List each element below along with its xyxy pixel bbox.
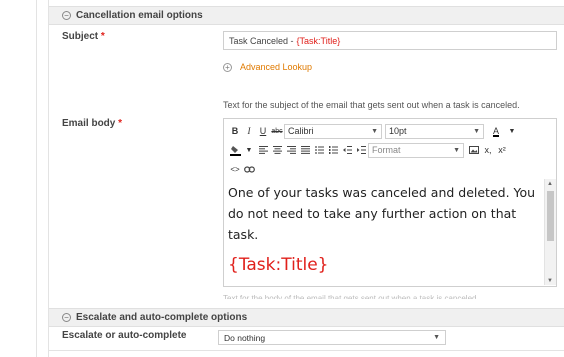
chevron-down-icon: ▼ xyxy=(473,127,480,135)
escalate-section-header[interactable]: − Escalate and auto-complete options xyxy=(49,308,564,327)
bottom-divider xyxy=(49,350,564,351)
align-center-icon[interactable] xyxy=(271,143,283,157)
cancellation-section-header[interactable]: − Cancellation email options xyxy=(49,6,564,25)
bold-button[interactable]: B xyxy=(229,124,241,138)
format-select[interactable]: Format ▼ xyxy=(368,142,464,158)
font-color-button[interactable]: A xyxy=(488,124,504,138)
align-right-icon[interactable] xyxy=(285,143,297,157)
bullet-list-icon[interactable] xyxy=(313,143,325,157)
image-icon[interactable] xyxy=(468,143,480,157)
subject-input[interactable]: Task Canceled - {Task:Title} xyxy=(223,31,557,50)
chevron-down-icon: ▼ xyxy=(371,127,378,135)
source-code-button[interactable]: <> xyxy=(229,162,241,176)
escalate-select[interactable]: Do nothing ▼ xyxy=(218,330,446,345)
scroll-up-icon[interactable]: ▲ xyxy=(547,181,553,187)
required-mark: * xyxy=(118,118,123,129)
collapse-icon[interactable]: − xyxy=(62,11,71,20)
escalate-section-title: Escalate and auto-complete options xyxy=(76,312,248,323)
underline-button[interactable]: U xyxy=(257,124,269,138)
superscript-button[interactable]: x² xyxy=(496,143,508,157)
editor-scrollbar[interactable]: ▲ ▼ xyxy=(544,179,556,285)
email-body-token: {Task:Title} xyxy=(228,255,329,275)
advanced-lookup-link[interactable]: Advanced Lookup xyxy=(240,62,312,72)
email-body-help-text: Text for the body of the email that gets… xyxy=(223,294,479,299)
left-gutter xyxy=(0,0,36,357)
italic-button[interactable]: I xyxy=(243,124,255,138)
subject-token: {Task:Title} xyxy=(296,35,341,46)
content-divider xyxy=(48,0,49,357)
font-family-select[interactable]: Calibri ▼ xyxy=(284,123,382,139)
advanced-lookup[interactable]: + Advanced Lookup xyxy=(223,62,312,72)
font-size-select[interactable]: 10pt ▼ xyxy=(385,123,484,139)
toolbar-row-3: <> xyxy=(228,160,256,178)
toolbar-row-2: ▼ Format ▼ x, x² xyxy=(228,141,509,159)
link-icon[interactable] xyxy=(243,162,255,176)
plus-icon: + xyxy=(223,62,232,72)
align-left-icon[interactable] xyxy=(257,143,269,157)
chevron-down-icon[interactable]: ▼ xyxy=(243,143,255,157)
collapse-icon[interactable]: − xyxy=(62,313,71,322)
subject-label: Subject * xyxy=(62,31,105,42)
highlight-color-icon[interactable] xyxy=(229,143,241,157)
subject-text: Task Canceled - xyxy=(229,35,294,46)
chevron-down-icon: ▼ xyxy=(453,146,460,154)
chevron-down-icon[interactable]: ▼ xyxy=(506,124,518,138)
numbered-list-icon[interactable] xyxy=(327,143,339,157)
decrease-indent-icon[interactable] xyxy=(341,143,353,157)
strikethrough-button[interactable]: abc xyxy=(271,124,283,138)
email-body-label: Email body * xyxy=(62,118,123,129)
subscript-button[interactable]: x, xyxy=(482,143,494,157)
email-body-text: One of your tasks was canceled and delet… xyxy=(228,185,536,242)
align-justify-icon[interactable] xyxy=(299,143,311,157)
toolbar-row-1: B I U abc Calibri ▼ 10pt ▼ A ▼ xyxy=(228,122,519,140)
required-mark: * xyxy=(100,31,105,42)
editor-content[interactable]: One of your tasks was canceled and delet… xyxy=(224,177,544,287)
escalate-label: Escalate or auto-complete xyxy=(62,330,187,341)
cancellation-section-title: Cancellation email options xyxy=(76,10,203,21)
chevron-down-icon: ▼ xyxy=(433,334,440,341)
increase-indent-icon[interactable] xyxy=(355,143,367,157)
gutter-divider xyxy=(36,0,37,357)
scroll-down-icon[interactable]: ▼ xyxy=(547,278,553,284)
rich-text-editor[interactable]: B I U abc Calibri ▼ 10pt ▼ A ▼ ▼ Format … xyxy=(223,118,557,287)
subject-help-text: Text for the subject of the email that g… xyxy=(223,100,520,110)
scrollbar-thumb[interactable] xyxy=(547,191,554,241)
